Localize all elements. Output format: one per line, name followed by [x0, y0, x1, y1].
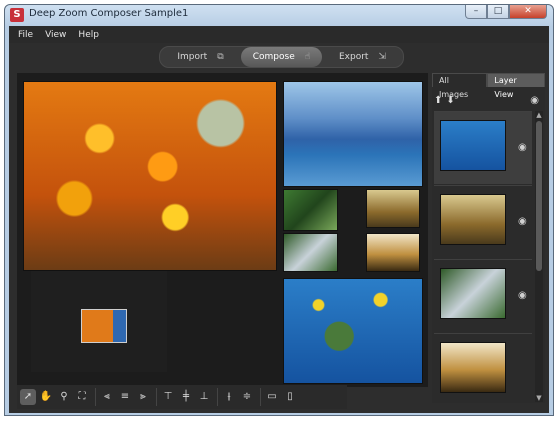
same-width-icon[interactable]: ▭	[264, 389, 280, 405]
layer-thumbnail	[440, 342, 506, 393]
move-up-icon[interactable]: ⬆	[434, 95, 442, 106]
scrollbar-thumb[interactable]	[536, 121, 542, 271]
image-sea-turtle[interactable]	[283, 278, 423, 384]
image-sunflowers[interactable]	[23, 81, 277, 271]
tool-group-navigation: ➚ ✋ ⚲ ⛶	[17, 388, 93, 406]
side-panel: All Images Layer View ⬆ ⬇ ◉ ◉ ◉ ◉ ▲ ▼	[432, 73, 545, 403]
menu-file[interactable]: File	[15, 30, 36, 40]
align-top-icon[interactable]: ⊤	[160, 389, 176, 405]
layer-thumbnail	[440, 194, 506, 245]
export-mode-label: Export	[338, 52, 369, 62]
compose-mode-button[interactable]: Compose ☝	[241, 47, 322, 67]
fit-icon[interactable]: ⛶	[74, 389, 90, 405]
tab-all-images[interactable]: All Images	[432, 73, 488, 99]
scroll-down-icon[interactable]: ▼	[535, 394, 543, 402]
hand-icon: ☝	[304, 52, 311, 62]
layer-item[interactable]: ◉	[434, 259, 532, 332]
eye-icon[interactable]: ◉	[518, 290, 527, 301]
zoom-icon[interactable]: ⚲	[56, 389, 72, 405]
layer-thumbnail	[440, 268, 506, 319]
menu-help[interactable]: Help	[75, 30, 102, 40]
window-controls: – □ ✕	[465, 5, 547, 20]
export-icon: ⇲	[378, 52, 386, 62]
title-bar[interactable]: S Deep Zoom Composer Sample1 – □ ✕	[5, 5, 553, 26]
import-mode-label: Import	[177, 52, 208, 62]
tool-group-horizontal-align: ⫷ ≡ ⫸	[95, 388, 154, 406]
pan-hand-icon[interactable]: ✋	[38, 389, 54, 405]
image-waterfall[interactable]	[283, 233, 338, 272]
align-right-icon[interactable]: ⫸	[135, 389, 151, 405]
app-window: S Deep Zoom Composer Sample1 – □ ✕ File …	[4, 4, 554, 416]
move-down-icon[interactable]: ⬇	[446, 95, 454, 106]
distribute-v-icon[interactable]: ≑	[239, 389, 255, 405]
layer-thumbnail	[440, 120, 506, 171]
export-mode-button[interactable]: Export ⇲	[322, 47, 403, 67]
compose-canvas[interactable]	[17, 73, 428, 387]
align-center-icon[interactable]: ≡	[117, 389, 133, 405]
align-bottom-icon[interactable]: ⊥	[196, 389, 212, 405]
select-icon[interactable]: ➚	[20, 389, 36, 405]
maximize-button[interactable]: □	[487, 5, 509, 19]
layer-scrollbar[interactable]: ▲ ▼	[535, 111, 543, 402]
tool-group-vertical-align: ⊤ ╪ ⊥	[156, 388, 215, 406]
navigator-panel[interactable]	[31, 271, 167, 372]
layer-list: ◉ ◉ ◉	[434, 111, 532, 402]
visibility-icon[interactable]: ◉	[530, 95, 539, 106]
mode-switcher: Import ⧉ Compose ☝ Export ⇲	[159, 46, 404, 68]
eye-icon[interactable]: ◉	[518, 142, 527, 153]
bottom-toolbar: ➚ ✋ ⚲ ⛶ ⫷ ≡ ⫸ ⊤ ╪ ⊥ ⫲ ≑ ▭ ▯	[17, 385, 347, 409]
align-left-icon[interactable]: ⫷	[99, 389, 115, 405]
import-icon: ⧉	[217, 52, 224, 62]
tab-layer-view[interactable]: Layer View	[487, 73, 545, 99]
import-mode-button[interactable]: Import ⧉	[160, 47, 241, 67]
layer-item[interactable]: ◉	[434, 185, 532, 258]
layer-item[interactable]: ◉	[434, 111, 532, 184]
compose-mode-label: Compose	[252, 52, 295, 62]
eye-icon[interactable]: ◉	[518, 216, 527, 227]
image-ocean-dock[interactable]	[283, 81, 423, 187]
same-height-icon[interactable]: ▯	[282, 389, 298, 405]
close-button[interactable]: ✕	[509, 5, 547, 19]
image-tree[interactable]	[366, 189, 420, 228]
align-middle-icon[interactable]: ╪	[178, 389, 194, 405]
layer-item[interactable]	[434, 333, 532, 403]
navigator-viewport[interactable]	[81, 309, 127, 343]
image-tree-dawn[interactable]	[366, 233, 420, 272]
side-panel-tabs: All Images Layer View	[432, 73, 545, 99]
tool-group-size: ▭ ▯	[260, 388, 301, 406]
app-icon: S	[10, 8, 24, 22]
image-forest[interactable]	[283, 189, 338, 231]
tool-group-distribute: ⫲ ≑	[217, 388, 258, 406]
distribute-h-icon[interactable]: ⫲	[221, 389, 237, 405]
window-title: Deep Zoom Composer Sample1	[29, 8, 189, 19]
layer-tools: ⬆ ⬇ ◉	[434, 91, 543, 109]
client-area: File View Help Import ⧉ Compose ☝ Export…	[9, 26, 549, 413]
menu-bar: File View Help	[9, 26, 549, 43]
minimize-button[interactable]: –	[465, 5, 487, 19]
scroll-up-icon[interactable]: ▲	[535, 111, 543, 119]
menu-view[interactable]: View	[42, 30, 69, 40]
